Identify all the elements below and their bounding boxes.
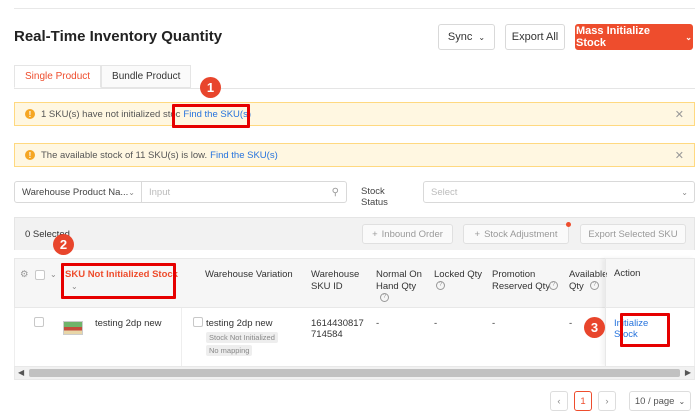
uninitialized-sku-banner: ! 1 SKU(s) have not initialized stoc Fin…	[14, 102, 695, 126]
mass-initialize-stock-button[interactable]: Mass Initialize Stock ⌄	[575, 24, 693, 50]
col-normal-on-hand: Normal On Hand Qty	[376, 269, 422, 292]
highlight-box-find-sku	[172, 104, 250, 128]
help-icon[interactable]: ?	[380, 292, 389, 304]
banner-text: 1 SKU(s) have not initialized stoc	[41, 108, 181, 120]
product-name: testing 2dp new	[95, 318, 162, 329]
chevron-down-icon[interactable]: ⌄	[50, 269, 57, 281]
step-badge-3: 3	[584, 317, 605, 338]
export-selected-sku-button[interactable]: Export Selected SKU	[580, 224, 686, 244]
chevron-down-icon: ⌄	[478, 32, 486, 42]
search-input[interactable]: Input ⚲	[141, 181, 347, 203]
chevron-down-icon: ⌄	[678, 396, 686, 406]
available-value: -	[569, 318, 573, 329]
page-size-select[interactable]: 10 / page ⌄	[629, 391, 691, 411]
step-badge-2: 2	[53, 234, 74, 255]
row-checkbox[interactable]	[34, 317, 44, 327]
sync-label: Sync	[447, 31, 473, 43]
chevron-right-icon: ›	[605, 395, 609, 407]
tab-divider	[14, 88, 695, 89]
chevron-left-icon: ‹	[557, 395, 561, 407]
search-placeholder: Input	[149, 186, 171, 198]
chevron-down-icon: ⌄	[128, 187, 135, 197]
scroll-left-icon[interactable]: ◀	[18, 368, 24, 377]
plus-icon: +	[474, 228, 481, 240]
page-title: Real-Time Inventory Quantity	[14, 28, 223, 45]
sku-id-line-2: 714584	[311, 329, 343, 340]
warehouse-product-select[interactable]: Warehouse Product Na... ⌄	[14, 181, 142, 203]
col-action: Action	[614, 268, 641, 279]
chevron-down-icon: ⌄	[685, 32, 692, 42]
sync-button[interactable]: Sync ⌄	[438, 24, 495, 50]
export-all-label: Export All	[511, 31, 559, 43]
plus-icon: +	[372, 228, 378, 240]
export-all-button[interactable]: Export All	[505, 24, 565, 50]
adjust-label: Stock Adjustment	[484, 228, 558, 240]
promotion-reserved-value: -	[492, 318, 496, 329]
scrollbar-thumb[interactable]	[29, 369, 680, 377]
chevron-down-icon: ⌄	[681, 187, 688, 197]
help-icon[interactable]: ?	[549, 280, 558, 292]
help-icon[interactable]: ?	[590, 280, 599, 292]
normal-on-hand-value: -	[376, 318, 380, 329]
notification-dot	[566, 222, 571, 227]
select-all-checkbox[interactable]	[35, 270, 45, 280]
page-size-value: 10 / page	[634, 395, 675, 407]
product-thumbnail	[63, 321, 83, 335]
mapping-badge: No mapping	[206, 345, 253, 356]
highlight-box-sku-filter	[61, 263, 176, 299]
col-warehouse-variation: Warehouse Variation	[205, 269, 293, 280]
step-badge-1: 1	[200, 77, 221, 98]
locked-value: -	[434, 318, 438, 329]
mass-initialize-label: Mass Initialize Stock	[576, 25, 650, 49]
tab-bundle-product[interactable]: Bundle Product	[101, 65, 192, 88]
stock-status-select[interactable]: Select ⌄	[423, 181, 695, 203]
bulk-action-toolbar: 0 Selected + Inbound Order + Stock Adjus…	[14, 217, 695, 250]
help-icon[interactable]: ?	[436, 280, 445, 292]
warning-icon: !	[25, 109, 35, 119]
close-icon[interactable]: ✕	[675, 108, 684, 121]
search-icon: ⚲	[331, 186, 339, 198]
page-1-button[interactable]: 1	[574, 391, 592, 411]
inbound-order-button[interactable]: + Inbound Order	[362, 224, 453, 244]
banner-text: The available stock of 11 SKU(s) is low.	[41, 149, 208, 161]
variation-name: testing 2dp new	[206, 318, 273, 329]
next-page-button[interactable]: ›	[598, 391, 616, 411]
top-divider	[14, 8, 695, 9]
action-column: Action Initialize Stock	[605, 258, 695, 366]
close-icon[interactable]: ✕	[675, 149, 684, 162]
variation-checkbox[interactable]	[193, 317, 203, 327]
gear-icon[interactable]: ⚙	[20, 269, 29, 281]
col-available-qty: Available Qty	[569, 269, 608, 292]
col-warehouse-sku-id: Warehouse SKU ID	[311, 269, 360, 292]
inbound-label: Inbound Order	[381, 228, 443, 240]
stock-status-label: Stock Status	[361, 186, 388, 208]
low-stock-banner: ! The available stock of 11 SKU(s) is lo…	[14, 143, 695, 167]
find-sku-link[interactable]: Find the SKU(s)	[210, 150, 278, 161]
export-selected-label: Export Selected SKU	[588, 228, 678, 240]
horizontal-scrollbar[interactable]: ◀ ▶	[14, 366, 695, 380]
prev-page-button[interactable]: ‹	[550, 391, 568, 411]
stock-status-placeholder: Select	[431, 186, 458, 198]
warning-icon: !	[25, 150, 35, 160]
warehouse-product-value: Warehouse Product Na...	[22, 186, 129, 198]
status-badge: Stock Not Initialized	[206, 332, 278, 343]
highlight-box-initialize-stock	[620, 313, 670, 347]
cell-divider	[181, 308, 182, 366]
scroll-right-icon[interactable]: ▶	[685, 368, 691, 377]
stock-adjustment-button[interactable]: + Stock Adjustment	[463, 224, 569, 244]
product-tabs: Single Product Bundle Product	[14, 65, 192, 88]
tab-single-product[interactable]: Single Product	[14, 65, 102, 88]
col-promotion-reserved: Promotion Reserved Qty	[492, 269, 551, 292]
